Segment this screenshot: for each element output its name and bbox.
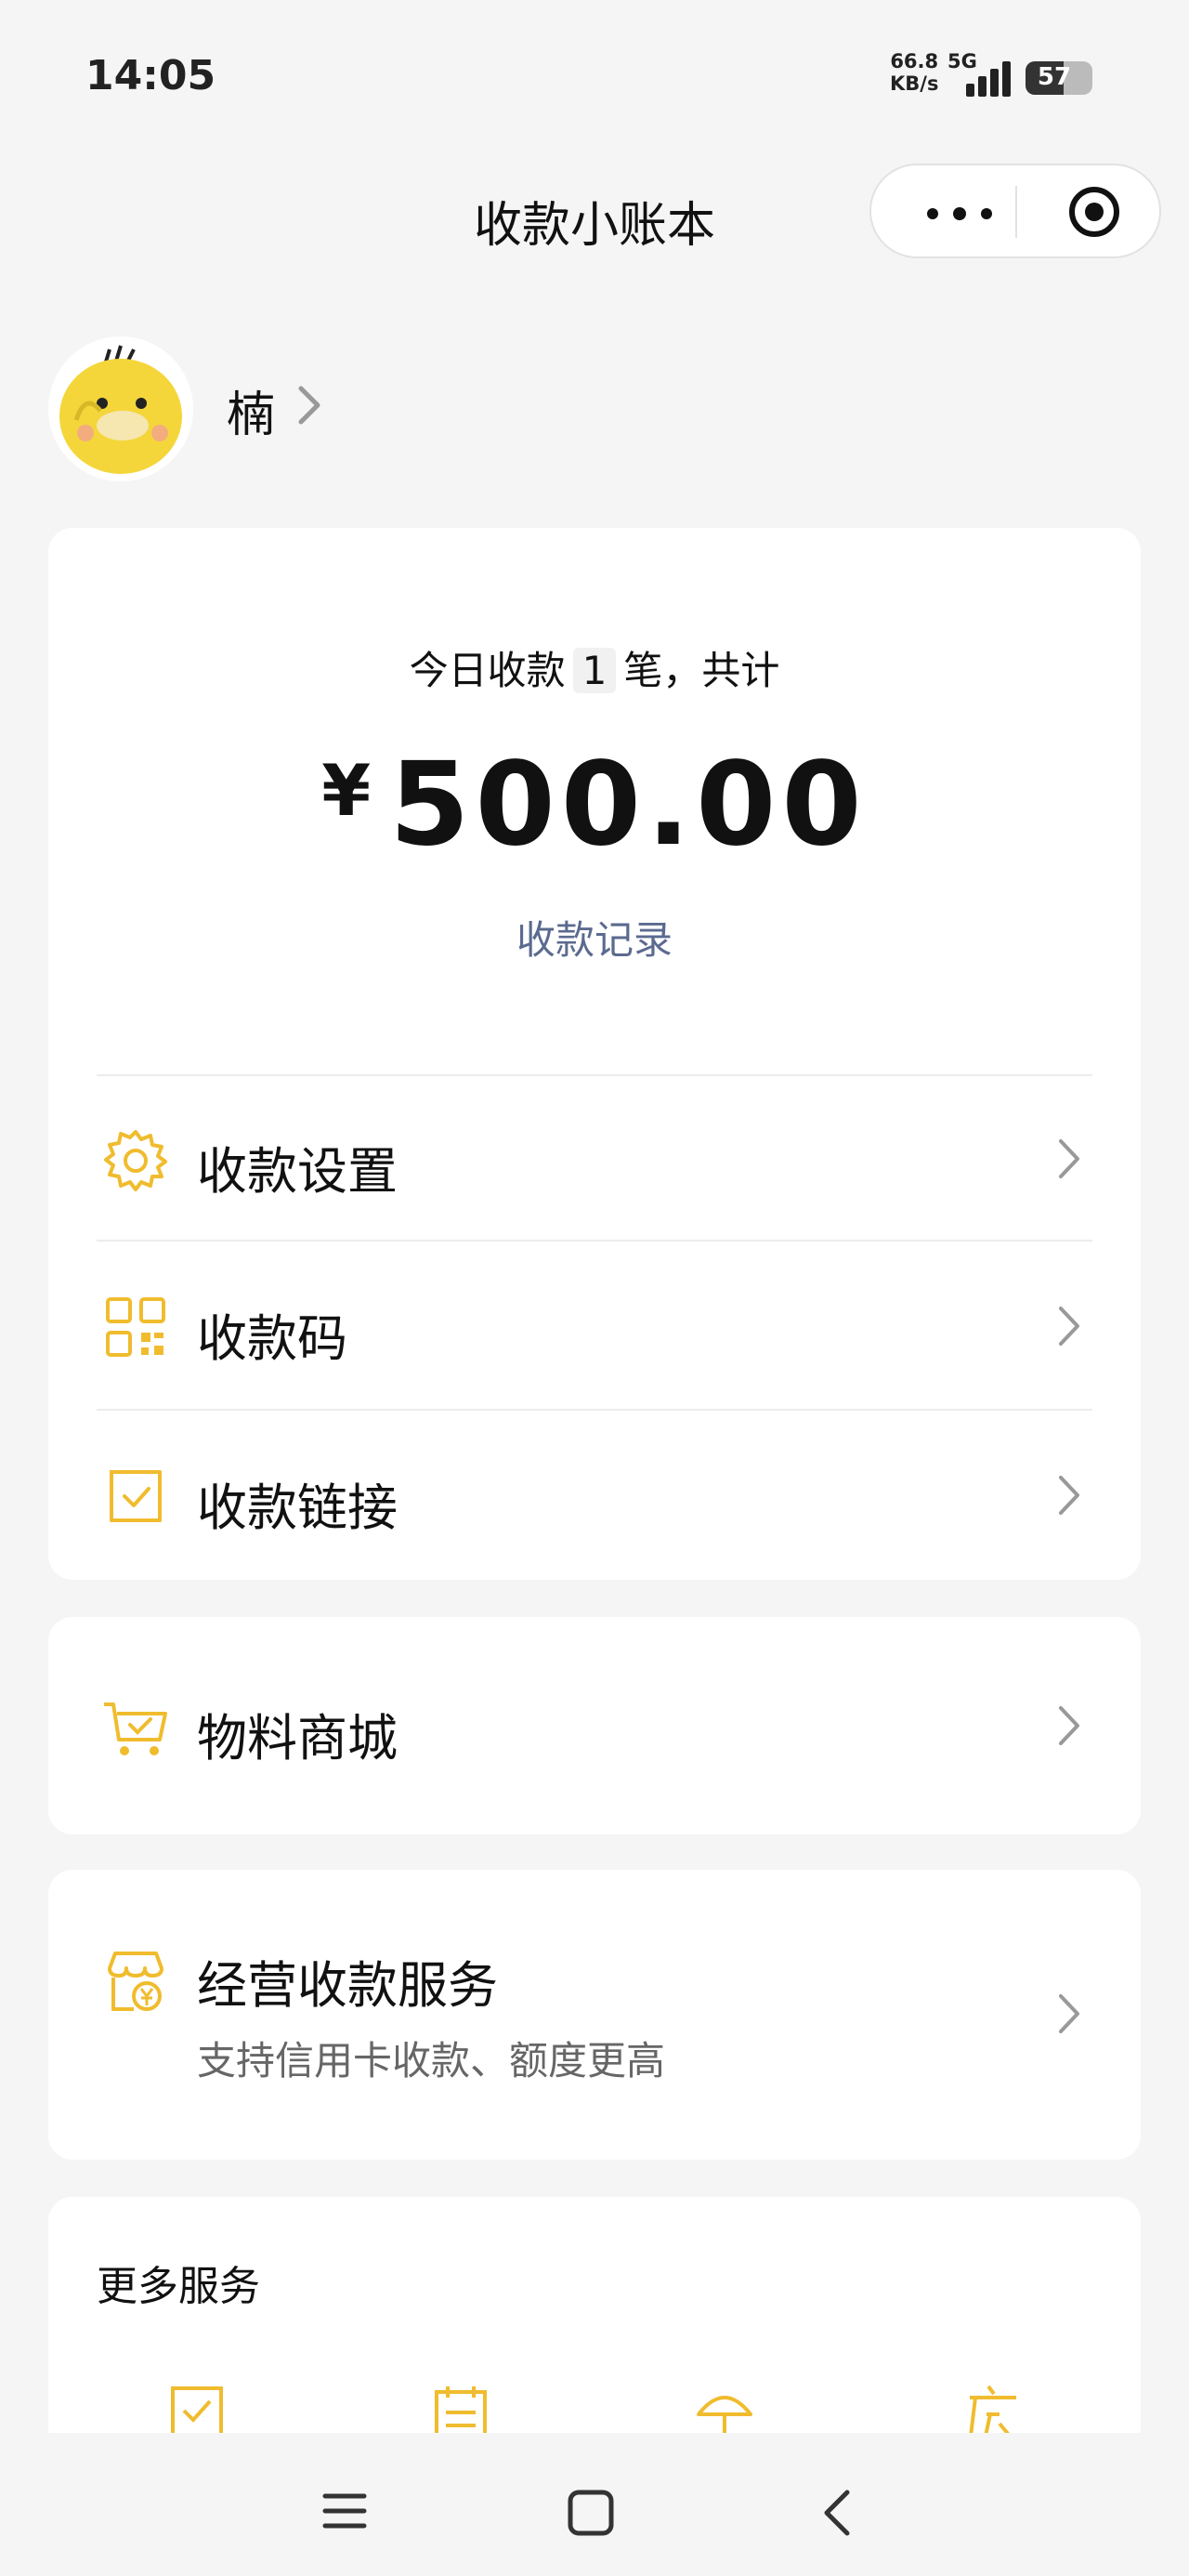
- today-amount: ¥500.00: [48, 738, 1141, 872]
- net-speed-value: 66.8: [890, 50, 939, 72]
- more-services-title: 更多服务: [97, 2263, 260, 2310]
- net-speed: 66.8 KB/s: [890, 50, 938, 95]
- chevron-right-icon: [1059, 1307, 1079, 1346]
- menu-item-link[interactable]: 收款链接: [97, 1413, 1092, 1580]
- amount-value: 500.00: [389, 738, 868, 872]
- summary-prefix: 今日收款: [409, 648, 566, 693]
- menu-item-label: 收款设置: [197, 1142, 398, 1201]
- link-document-icon: [110, 1470, 162, 1522]
- target-close-icon[interactable]: [1066, 184, 1122, 240]
- net-speed-unit: KB/s: [890, 72, 939, 95]
- menu-item-label: 物料商城: [197, 1709, 398, 1768]
- service-subtitle: 支持信用卡收款、额度更高: [197, 2038, 666, 2083]
- chevron-right-icon: [1059, 1476, 1079, 1515]
- chevron-right-icon: [1059, 1706, 1079, 1745]
- chevron-right-icon: [298, 386, 320, 425]
- yellow-duck-avatar-icon: [48, 336, 193, 481]
- currency-symbol: ¥: [321, 749, 372, 832]
- shopping-cart-icon: [104, 1702, 167, 1755]
- menu-item-label: 收款链接: [197, 1479, 398, 1537]
- chevron-right-icon: [1059, 1139, 1079, 1178]
- capsule-divider: [1015, 186, 1017, 238]
- menu-item-qrcode[interactable]: 收款码: [97, 1243, 1092, 1411]
- menu-icon[interactable]: [321, 2491, 368, 2531]
- shop-yuan-icon: [108, 1952, 163, 2011]
- collection-count: 1: [572, 648, 617, 693]
- today-summary: 今日收款 1 笔，共计: [48, 639, 1141, 696]
- home-square-icon[interactable]: [567, 2489, 615, 2537]
- mini-program-capsule: [869, 164, 1161, 258]
- status-time: 14:05: [85, 52, 216, 99]
- system-nav-bar: [0, 2433, 1189, 2576]
- qrcode-icon: [106, 1297, 165, 1357]
- battery-text: 57: [1037, 63, 1072, 91]
- records-link[interactable]: 收款记录: [48, 909, 1141, 966]
- menu-item-settings[interactable]: 收款设置: [97, 1076, 1092, 1243]
- more-dots-icon[interactable]: [916, 175, 1018, 249]
- business-service-card[interactable]: 经营收款服务 支持信用卡收款、额度更高: [48, 1870, 1141, 2160]
- chevron-right-icon: [1059, 1994, 1079, 2033]
- menu-item-store[interactable]: 物料商城: [97, 1643, 1092, 1810]
- service-title: 经营收款服务: [197, 1956, 498, 2015]
- menu-item-label: 收款码: [197, 1309, 347, 1368]
- collection-card: 今日收款 1 笔，共计 ¥500.00 收款记录 收款设置 收款码 收款链接: [48, 528, 1141, 1580]
- signal-icon: [962, 56, 1014, 97]
- avatar[interactable]: [48, 336, 193, 481]
- divider: [97, 1240, 1092, 1242]
- user-name[interactable]: 楠: [227, 375, 275, 445]
- gear-icon: [104, 1130, 167, 1191]
- summary-suffix: 笔，共计: [623, 648, 780, 693]
- store-card: 物料商城: [48, 1617, 1141, 1834]
- divider: [97, 1409, 1092, 1411]
- back-chevron-icon[interactable]: [817, 2487, 855, 2539]
- battery-icon: 57: [1026, 61, 1092, 95]
